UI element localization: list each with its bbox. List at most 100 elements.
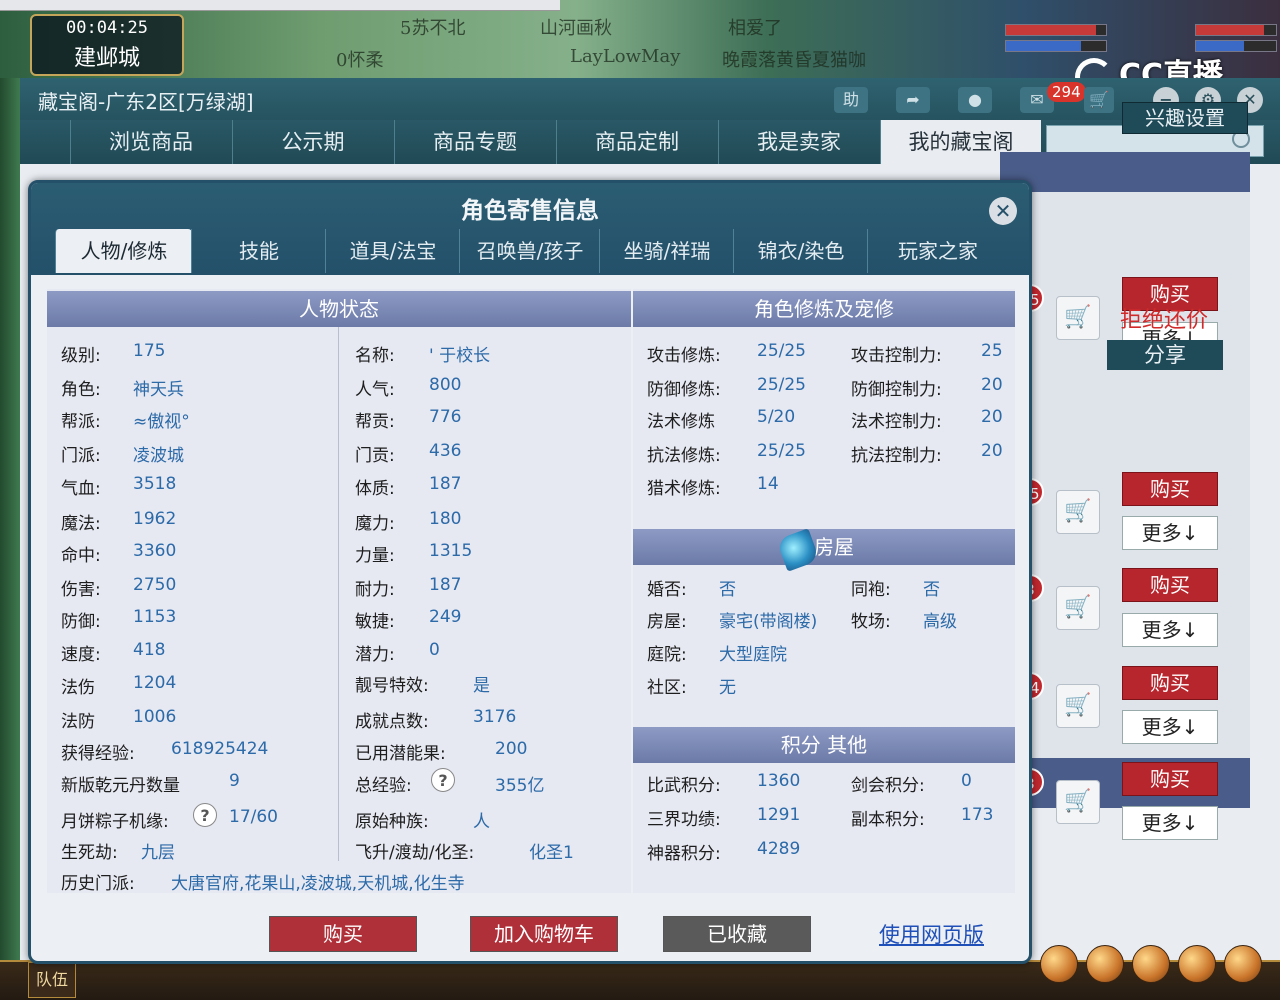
listing-buy-button[interactable]: 购买 [1122,666,1218,700]
cult-value: 20 [981,375,1003,395]
stat-label: 门贡: [355,446,395,466]
nav-public[interactable]: 公示期 [232,120,393,164]
stat-label: 力量: [355,546,395,566]
help-button[interactable]: 助 [834,87,868,113]
listing-more-button[interactable]: 更多↓ [1122,710,1218,744]
listing-buy-button[interactable]: 购买 [1122,762,1218,796]
listing-more-button[interactable]: 更多↓ [1122,516,1218,550]
stat-value: 249 [429,607,462,627]
stat-value: 2750 [133,575,177,595]
points-label: 副本积分: [851,810,925,830]
house-value: 大型庭院 [719,645,787,665]
system-icon[interactable] [1224,945,1262,983]
nav-browse[interactable]: 浏览商品 [70,120,231,164]
stat-value: 200 [495,739,528,759]
share-button[interactable]: 分享 [1107,340,1223,370]
stat-value: 神天兵 [133,380,184,400]
cart-count-badge: 294 [1047,82,1086,102]
stat-value: ≈傲视° [133,412,190,432]
stat-label: 帮派: [61,412,101,432]
player-name-5: LayLowMay [570,46,681,67]
stat-value: 是 [473,676,490,696]
tab-mounts[interactable]: 坐骑/祥瑞 [599,229,734,273]
listing-more-button[interactable]: 更多↓ [1122,613,1218,647]
stat-label: 魔力: [355,514,395,534]
stat-label: 魔法: [61,514,101,534]
stat-label: 靓号特效: [355,676,429,696]
points-value: 173 [961,805,994,825]
player-name-2: 山河画秋 [540,18,612,39]
stat-label: 获得经验: [61,744,135,764]
tab-skills[interactable]: 技能 [191,229,326,273]
history-label: 历史门派: [61,874,135,894]
player-name-1: 5苏不北 [400,18,466,39]
collected-button[interactable]: 已收藏 [663,916,811,952]
house-value: 无 [719,678,736,698]
stat-value: 九层 [141,843,175,863]
skill-icon[interactable] [1040,945,1078,983]
listing-cart-icon[interactable]: 🛒 [1056,684,1100,728]
listing-cart-icon[interactable]: 🛒 [1056,780,1100,824]
pet-icon[interactable] [1132,945,1170,983]
house-label: 婚否: [647,580,687,600]
web-version-link[interactable]: 使用网页版 [879,919,984,949]
team-button[interactable]: 队伍 [28,962,76,998]
listing-header [1000,152,1250,192]
house-value: 否 [923,580,940,600]
points-value: 0 [961,771,972,791]
stat-value: 800 [429,375,462,395]
listing-cart-icon[interactable]: 🛒 [1056,586,1100,630]
stat-value: 180 [429,509,462,529]
stat-value: 1006 [133,707,177,727]
listing-cart-icon[interactable]: 🛒 [1056,296,1100,340]
tab-items[interactable]: 道具/法宝 [325,229,460,273]
stat-value: 418 [133,640,166,660]
help-icon[interactable]: ? [193,803,217,827]
stat-label: 耐力: [355,580,395,600]
points-label: 比武积分: [647,776,721,796]
house-header: 住房屋 [633,529,1015,565]
stat-value: 1315 [429,541,473,561]
cult-value: 25/25 [757,375,806,395]
bag-icon[interactable] [1086,945,1124,983]
nav-seller[interactable]: 我是卖家 [718,120,879,164]
tab-outfits[interactable]: 锦衣/染色 [733,229,868,273]
stat-value: 1153 [133,607,177,627]
house-label: 社区: [647,678,687,698]
share-arrow-icon[interactable]: ➦ [896,87,930,113]
record-icon[interactable]: ● [958,87,992,113]
player-name-3: 相爱了 [728,18,782,39]
stat-value: 0 [429,640,440,660]
stat-label: 已用潜能果: [355,744,446,764]
stat-value: 17/60 [229,807,278,827]
interest-settings-button[interactable]: 兴趣设置 [1122,102,1248,134]
listing-more-button[interactable]: 更多↓ [1122,806,1218,840]
tab-pets[interactable]: 召唤兽/孩子 [459,229,600,273]
help-icon[interactable]: ? [431,768,455,792]
add-to-cart-button[interactable]: 加入购物车 [470,916,618,952]
listing-buy-button[interactable]: 购买 [1122,472,1218,506]
nav-topics[interactable]: 商品专题 [394,120,555,164]
listing-buy-button[interactable]: 购买 [1122,568,1218,602]
nav-custom[interactable]: 商品定制 [556,120,717,164]
cult-label: 攻击修炼: [647,346,721,366]
stat-value: 3360 [133,541,177,561]
tab-character[interactable]: 人物/修炼 [55,229,192,273]
points-value: 1291 [757,805,801,825]
cart-icon[interactable]: 🛒 [1084,87,1114,113]
stat-value: 化圣1 [529,843,574,863]
stat-value: 355亿 [495,776,545,796]
emote-icon[interactable] [1178,945,1216,983]
stat-label: 潜力: [355,645,395,665]
city-name: 建邺城 [73,46,140,71]
cult-label: 猎术修炼: [647,479,721,499]
stat-label: 防御: [61,612,101,632]
tab-home[interactable]: 玩家之家 [867,229,1008,273]
buy-button[interactable]: 购买 [269,916,417,952]
stat-label: 月饼粽子机缘: [61,812,169,832]
listing-cart-icon[interactable]: 🛒 [1056,490,1100,534]
cult-value: 5/20 [757,407,796,427]
cult-value: 25 [981,341,1003,361]
points-value: 4289 [757,839,801,859]
dialog-close-button[interactable]: ✕ [989,197,1017,225]
